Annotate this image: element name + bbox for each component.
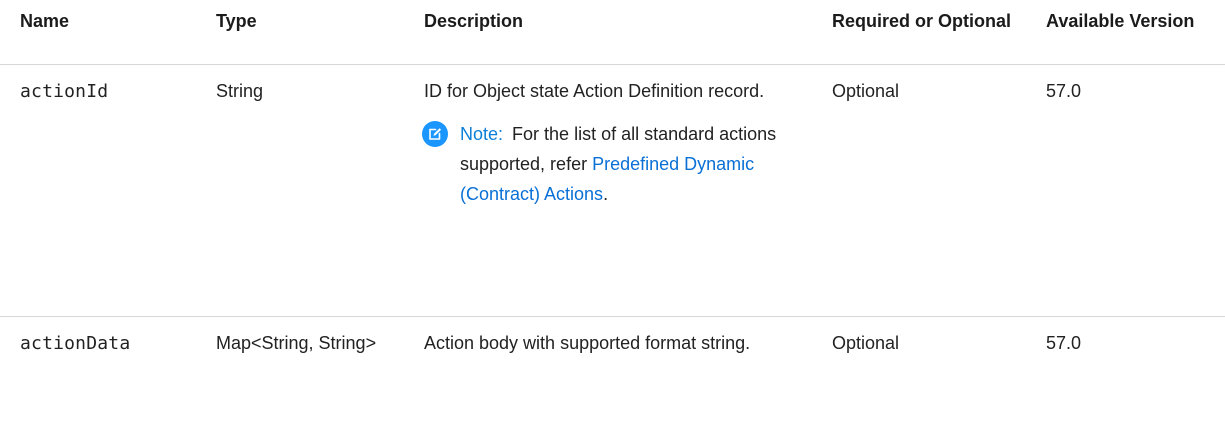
cell-description: Action body with supported format string… [424,332,751,353]
cell-required: Optional [818,64,1032,317]
note-body: Note: For the list of all standard actio… [460,119,804,209]
cell-required: Optional [832,332,900,353]
cell-type: Map<String, String> [216,332,377,353]
param-name: actionId [20,80,109,102]
note-callout: Note: For the list of all standard actio… [422,119,804,209]
cell-version: 57.0 [1032,64,1225,317]
cell-name: actionData [0,316,202,423]
header-description: Description [410,0,818,65]
note-suffix: . [603,183,609,204]
cell-name: actionId [0,64,202,317]
header-required: Required or Optional [818,0,1032,65]
parameters-table-container: Name Type Description Required or Option… [0,0,1225,423]
cell-type: String [202,64,410,317]
cell-version: 57.0 [1046,332,1082,353]
parameters-table: Name Type Description Required or Option… [0,0,1225,423]
header-name: Name [0,0,202,65]
note-label: Note: [460,123,504,144]
header-version: Available Version [1032,0,1225,65]
table-header: Name Type Description Required or Option… [0,0,1225,65]
table-row: actionId String ID for Object state Acti… [0,64,1225,317]
description-text: ID for Object state Action Definition re… [424,80,765,101]
pencil-edit-icon [422,120,448,147]
cell-description: ID for Object state Action Definition re… [410,64,818,317]
header-type: Type [202,0,410,65]
table-body: actionId String ID for Object state Acti… [0,64,1225,423]
header-row: Name Type Description Required or Option… [0,0,1225,65]
table-row: actionData Map<String, String> Action bo… [0,316,1225,423]
param-name: actionData [20,332,131,354]
